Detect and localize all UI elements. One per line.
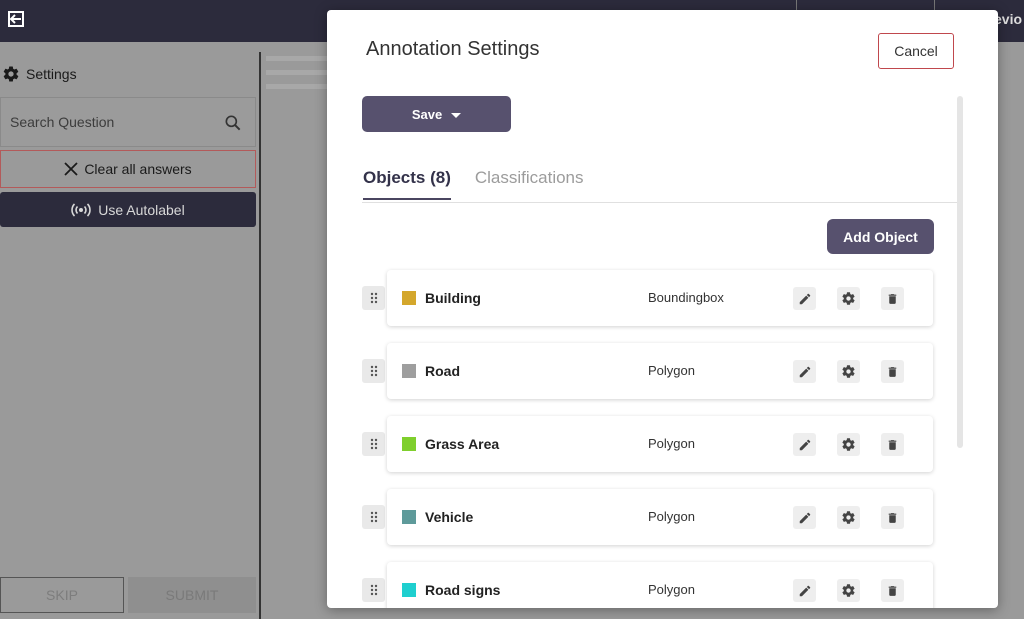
- object-name: Building: [425, 290, 481, 306]
- drag-handle[interactable]: [362, 286, 385, 310]
- use-autolabel-button[interactable]: Use Autolabel: [0, 192, 256, 227]
- drag-handle[interactable]: [362, 432, 385, 456]
- object-color-swatch: [402, 364, 416, 378]
- object-name: Grass Area: [425, 436, 500, 452]
- pencil-icon: [799, 439, 810, 450]
- tab-classifications[interactable]: Classifications: [475, 168, 584, 200]
- object-settings-button[interactable]: [837, 287, 860, 310]
- gear-icon: [842, 511, 855, 524]
- object-color-swatch: [402, 583, 416, 597]
- object-row: Road Polygon: [362, 343, 934, 399]
- pencil-icon: [799, 585, 810, 596]
- trash-icon: [888, 585, 897, 596]
- object-settings-button[interactable]: [837, 433, 860, 456]
- sidebar-divider[interactable]: [259, 52, 261, 619]
- object-type: Polygon: [648, 582, 695, 597]
- object-settings-button[interactable]: [837, 360, 860, 383]
- search-question-box: [0, 97, 256, 147]
- previous-button-label[interactable]: evio: [994, 11, 1022, 27]
- object-name: Road: [425, 363, 460, 379]
- drag-handle[interactable]: [362, 359, 385, 383]
- drag-handle[interactable]: [362, 578, 385, 602]
- object-type: Polygon: [648, 363, 695, 378]
- modal-scrollbar[interactable]: [957, 96, 963, 448]
- trash-icon: [888, 439, 897, 450]
- drag-handle-icon: [370, 438, 377, 450]
- clear-all-answers-label: Clear all answers: [84, 161, 192, 177]
- drag-handle-icon: [370, 292, 377, 304]
- modal-title: Annotation Settings: [366, 38, 540, 60]
- trash-icon: [888, 293, 897, 304]
- delete-object-button[interactable]: [881, 506, 904, 529]
- trash-icon: [888, 366, 897, 377]
- drag-handle-icon: [370, 511, 377, 523]
- pencil-icon: [799, 512, 810, 523]
- drag-handle-icon: [370, 365, 377, 377]
- object-row: Building Boundingbox: [362, 270, 934, 326]
- delete-object-button[interactable]: [881, 579, 904, 602]
- object-type: Polygon: [648, 509, 695, 524]
- object-color-swatch: [402, 437, 416, 451]
- skip-button[interactable]: SKIP: [0, 577, 124, 613]
- delete-object-button[interactable]: [881, 360, 904, 383]
- pencil-icon: [799, 293, 810, 304]
- exit-icon: [8, 11, 24, 27]
- clear-all-answers-button[interactable]: Clear all answers: [0, 150, 256, 188]
- object-name: Road signs: [425, 582, 501, 598]
- settings-link[interactable]: Settings: [2, 64, 77, 84]
- object-card: Vehicle Polygon: [387, 489, 933, 545]
- edit-object-button[interactable]: [793, 433, 816, 456]
- object-row: Vehicle Polygon: [362, 489, 934, 545]
- object-row: Grass Area Polygon: [362, 416, 934, 472]
- edit-object-button[interactable]: [793, 360, 816, 383]
- object-settings-button[interactable]: [837, 506, 860, 529]
- object-settings-button[interactable]: [837, 579, 860, 602]
- edit-object-button[interactable]: [793, 287, 816, 310]
- exit-button[interactable]: [6, 9, 26, 29]
- background-content-placeholder: [266, 56, 328, 98]
- submit-button[interactable]: SUBMIT: [128, 577, 256, 613]
- save-label: Save: [411, 106, 443, 122]
- tabs-divider: [362, 202, 959, 203]
- tab-objects[interactable]: Objects (8): [363, 168, 451, 200]
- edit-object-button[interactable]: [793, 506, 816, 529]
- cancel-button[interactable]: Cancel: [878, 33, 954, 69]
- trash-icon: [888, 512, 897, 523]
- gear-icon: [3, 66, 19, 82]
- delete-object-button[interactable]: [881, 433, 904, 456]
- search-input[interactable]: [1, 98, 211, 146]
- gear-icon: [842, 365, 855, 378]
- object-color-swatch: [402, 510, 416, 524]
- object-color-swatch: [402, 291, 416, 305]
- save-button[interactable]: Save: [362, 96, 511, 132]
- close-icon: [64, 162, 78, 176]
- object-type: Polygon: [648, 436, 695, 451]
- settings-tabs: Objects (8) Classifications: [363, 168, 584, 200]
- object-row: Road signs Polygon: [362, 562, 934, 608]
- drag-handle-icon: [370, 584, 377, 596]
- drag-handle[interactable]: [362, 505, 385, 529]
- edit-object-button[interactable]: [793, 579, 816, 602]
- search-icon[interactable]: [223, 113, 243, 133]
- chevron-down-icon[interactable]: [451, 112, 462, 118]
- pencil-icon: [799, 366, 810, 377]
- annotation-settings-modal: Annotation Settings Cancel Save Objects …: [327, 10, 998, 608]
- object-card: Grass Area Polygon: [387, 416, 933, 472]
- object-card: Road Polygon: [387, 343, 933, 399]
- add-object-button[interactable]: Add Object: [827, 219, 934, 254]
- object-name: Vehicle: [425, 509, 474, 525]
- object-card: Building Boundingbox: [387, 270, 933, 326]
- gear-icon: [842, 584, 855, 597]
- object-type: Boundingbox: [648, 290, 724, 305]
- settings-label: Settings: [26, 66, 77, 82]
- gear-icon: [842, 438, 855, 451]
- use-autolabel-label: Use Autolabel: [98, 201, 185, 218]
- delete-object-button[interactable]: [881, 287, 904, 310]
- object-card: Road signs Polygon: [387, 562, 933, 608]
- gear-icon: [842, 292, 855, 305]
- broadcast-icon: [71, 202, 92, 217]
